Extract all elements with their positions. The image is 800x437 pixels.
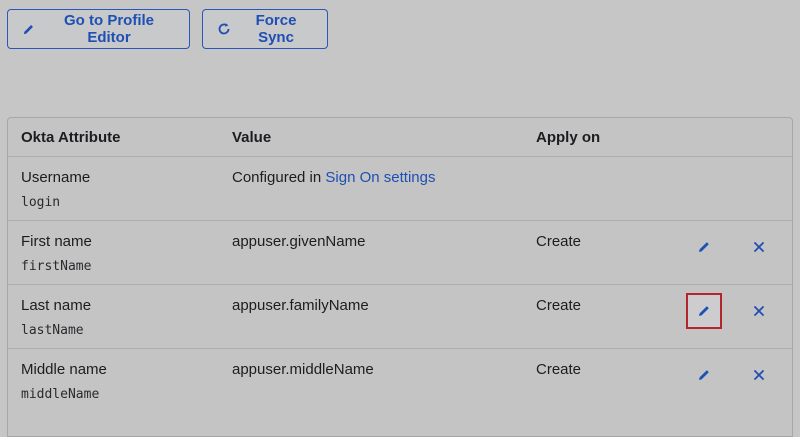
profile-editor-label: Go to Profile Editor: [64, 12, 154, 46]
close-icon: [754, 370, 764, 380]
attribute-label: First name: [21, 233, 92, 250]
attribute-variable: middleName: [21, 387, 100, 402]
edit-button[interactable]: [686, 293, 722, 329]
table-row: Last name lastName appuser.familyName Cr…: [8, 284, 792, 348]
pencil-icon: [699, 370, 709, 380]
attribute-mappings-table: Okta Attribute Value Apply on Username l…: [7, 117, 793, 437]
attribute-value: appuser.middleName: [232, 361, 374, 378]
table-row: First name firstName appuser.givenName C…: [8, 220, 792, 284]
pencil-icon: [22, 23, 35, 36]
force-sync-label: Force Sync: [255, 12, 297, 46]
table-header: Okta Attribute Value Apply on: [8, 118, 792, 156]
table-row: Middle name middleName appuser.middleNam…: [8, 348, 792, 412]
close-icon: [754, 306, 764, 316]
attribute-variable: lastName: [21, 323, 84, 338]
attribute-value: appuser.givenName: [232, 233, 366, 250]
close-icon: [754, 242, 764, 252]
apply-on-value: Create: [536, 361, 582, 378]
table-row: Username login Configured in Sign On set…: [8, 156, 792, 220]
attribute-variable: firstName: [21, 259, 92, 274]
value-prefix: Configured in: [232, 169, 326, 186]
header-value: Value: [232, 129, 272, 146]
attribute-label: Last name: [21, 297, 92, 314]
attribute-label: Middle name: [21, 361, 107, 378]
pencil-icon: [699, 306, 709, 316]
attribute-value: Configured in Sign On settings: [232, 169, 435, 186]
header-okta-attribute: Okta Attribute: [21, 129, 121, 146]
attribute-value: appuser.familyName: [232, 297, 369, 314]
edit-button[interactable]: [686, 357, 722, 393]
apply-on-value: Create: [536, 297, 582, 314]
edit-button[interactable]: [686, 229, 722, 265]
toolbar: Go to Profile Editor Force Sync: [7, 9, 328, 49]
delete-button[interactable]: [741, 357, 777, 393]
go-to-profile-editor-button[interactable]: Go to Profile Editor: [7, 9, 190, 49]
pencil-icon: [699, 242, 709, 252]
apply-on-value: Create: [536, 233, 582, 250]
header-apply-on: Apply on: [536, 129, 601, 146]
refresh-icon: [217, 22, 231, 36]
delete-button[interactable]: [741, 229, 777, 265]
sign-on-settings-link[interactable]: Sign On settings: [325, 169, 435, 186]
attribute-label: Username: [21, 169, 91, 186]
force-sync-button[interactable]: Force Sync: [202, 9, 328, 49]
delete-button[interactable]: [741, 293, 777, 329]
attribute-variable: login: [21, 195, 61, 210]
